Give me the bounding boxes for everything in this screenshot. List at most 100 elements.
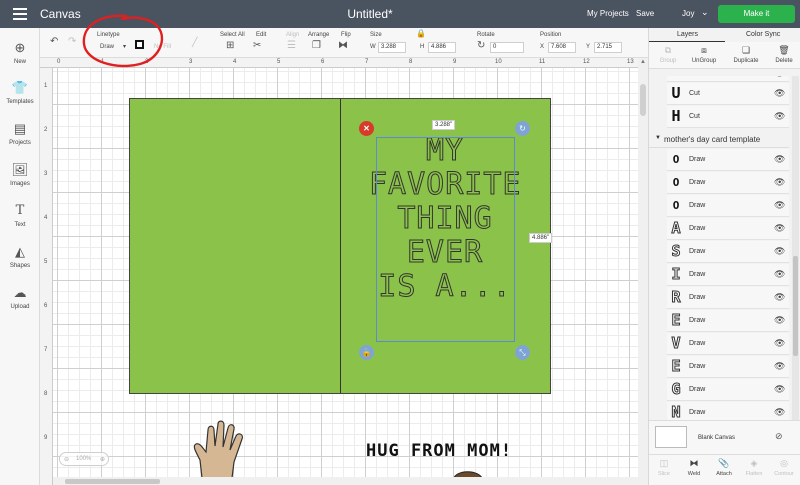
sidebar-item-new[interactable]: ⊕ New (0, 40, 40, 65)
layer-group-header[interactable]: ▼ mother's day card template (649, 130, 789, 148)
eye-icon[interactable]: 👁 (774, 269, 785, 280)
layer-row[interactable]: O Draw 👁 (667, 195, 789, 217)
my-projects-link[interactable]: My Projects (587, 9, 629, 18)
eye-icon[interactable]: 👁 (774, 154, 785, 165)
eye-icon[interactable]: 👁 (774, 88, 785, 99)
sidebar-item-text[interactable]: T Text (0, 203, 40, 228)
eye-icon[interactable]: 👁 (774, 200, 785, 211)
rotate-input[interactable]: 0 (490, 42, 524, 53)
select-all-icon[interactable]: ⊞ (226, 41, 234, 51)
position-x-label: X (540, 44, 545, 50)
sidebar-item-upload[interactable]: ☁ Upload (0, 285, 40, 310)
undo-icon[interactable]: ↶ (50, 37, 58, 47)
position-x-input[interactable]: 7.608 (548, 42, 576, 53)
ruler-tick-label: 12 (583, 59, 590, 65)
layer-row[interactable]: O Draw 👁 (667, 172, 789, 194)
layer-row[interactable]: A Draw 👁 (667, 218, 789, 240)
contour-icon: ◎ (780, 458, 788, 468)
layers-list: S 👁 U Cut 👁 H Cut 👁 ▼ mother's day card … (649, 76, 789, 448)
eye-icon[interactable]: 👁 (774, 76, 785, 79)
ruler-tick-label: 4 (44, 215, 48, 221)
layer-thumbnail: O (672, 199, 680, 212)
eye-icon[interactable]: 👁 (774, 292, 785, 303)
eye-off-icon[interactable]: ⊘ (775, 431, 783, 442)
flatten-button[interactable]: ◈ Flatten (739, 458, 769, 477)
eye-icon[interactable]: 👁 (774, 361, 785, 372)
scissors-icon[interactable]: ✂ (253, 41, 261, 51)
chevron-down-icon[interactable]: ⌄ (701, 7, 709, 18)
tab-layers[interactable]: Layers (677, 31, 698, 38)
layer-name: Draw (689, 271, 706, 278)
arrange-icon[interactable]: ❐ (312, 41, 321, 51)
layer-row[interactable]: I Draw 👁 (667, 264, 789, 286)
eye-icon[interactable]: 👁 (774, 407, 785, 418)
sidebar-item-images[interactable]: 🖼 Images (0, 162, 40, 187)
eye-icon[interactable]: 👁 (774, 246, 785, 257)
eye-icon[interactable]: 👁 (774, 177, 785, 188)
layers-scrollbar[interactable] (792, 76, 799, 448)
layer-row[interactable]: R Draw 👁 (667, 287, 789, 309)
layer-row[interactable]: S Draw 👁 (667, 241, 789, 263)
layer-row[interactable]: O Draw 👁 (667, 149, 789, 171)
align-icon[interactable]: ☰ (287, 41, 296, 51)
image-icon: 🖼 (11, 162, 29, 177)
ruler-tick-label: 0 (57, 59, 61, 65)
flip-icon[interactable]: ⧓ (338, 41, 348, 51)
make-it-button[interactable]: Make it (718, 5, 795, 23)
eye-icon[interactable]: 👁 (774, 111, 785, 122)
save-link[interactable]: Save (636, 9, 654, 18)
scrollbar-thumb[interactable] (65, 479, 160, 484)
user-menu[interactable]: Joy (682, 9, 694, 18)
layer-row[interactable]: G Draw 👁 (667, 379, 789, 401)
attach-button[interactable]: 📎 Attach (709, 458, 739, 477)
layer-row[interactable]: H Cut 👁 (667, 106, 789, 128)
delete-handle-icon[interactable]: ✕ (359, 121, 374, 136)
layer-row[interactable]: S 👁 (667, 76, 789, 82)
lock-handle-icon[interactable]: 🔒 (359, 345, 374, 360)
scrollbar-thumb[interactable] (793, 256, 798, 356)
sidebar-item-projects[interactable]: ▤ Projects (0, 121, 40, 146)
layer-row[interactable]: V Draw 👁 (667, 333, 789, 355)
vertical-scrollbar[interactable]: ▲ (638, 58, 648, 485)
chevron-down-icon[interactable]: ▼ (655, 135, 661, 141)
group-button[interactable]: ⧉ Group (649, 45, 687, 64)
selection-box[interactable] (376, 137, 515, 342)
height-input[interactable]: 4.886 (428, 42, 456, 53)
scroll-up-icon[interactable]: ▲ (640, 59, 646, 65)
zoom-in-icon[interactable]: ⊕ (100, 456, 105, 463)
ungroup-button[interactable]: ⧈ UnGroup (685, 45, 723, 64)
blank-canvas-row[interactable]: Blank Canvas ⊘ (649, 420, 800, 454)
scrollbar-thumb[interactable] (640, 84, 646, 116)
ruler-tick-label: 8 (409, 59, 413, 65)
sidebar-item-shapes[interactable]: ◭ Shapes (0, 244, 40, 269)
layer-row[interactable]: E Draw 👁 (667, 310, 789, 332)
tab-color-sync[interactable]: Color Sync (746, 31, 780, 38)
weld-button[interactable]: ⧓ Weld (679, 458, 709, 477)
document-title[interactable]: Untitled* (310, 7, 430, 21)
horizontal-scrollbar[interactable] (53, 477, 638, 485)
zoom-out-icon[interactable]: ⊖ (64, 456, 69, 463)
layer-name: Draw (689, 317, 706, 324)
duplicate-button[interactable]: ❏ Duplicate (727, 45, 765, 64)
delete-button[interactable]: 🗑 Delete (765, 45, 800, 64)
hamburger-menu-icon[interactable] (13, 8, 27, 20)
layer-row[interactable]: U Cut 👁 (667, 83, 789, 105)
slice-button[interactable]: ◫ Slice (649, 458, 679, 477)
position-y-input[interactable]: 2.715 (594, 42, 622, 53)
hand-image[interactable] (188, 420, 250, 480)
redo-icon[interactable]: ↷ (68, 37, 76, 47)
eye-icon[interactable]: 👁 (774, 223, 785, 234)
eye-icon[interactable]: 👁 (774, 338, 785, 349)
resize-handle-icon[interactable]: ⤡ (515, 345, 530, 360)
rotate-handle-icon[interactable]: ↻ (515, 121, 530, 136)
layer-row[interactable]: E Draw 👁 (667, 356, 789, 378)
contour-button[interactable]: ◎ Contour (769, 458, 799, 477)
eye-icon[interactable]: 👁 (774, 384, 785, 395)
canvas-color-swatch[interactable] (655, 426, 687, 448)
trash-icon: 🗑 (778, 45, 790, 55)
lock-icon[interactable]: 🔒 (416, 30, 426, 38)
eye-icon[interactable]: 👁 (774, 315, 785, 326)
width-input[interactable]: 3.288 (378, 42, 406, 53)
sidebar-item-templates[interactable]: 👕 Templates (0, 80, 40, 105)
hug-from-mom-text[interactable]: HUG FROM MOM! (366, 441, 512, 461)
